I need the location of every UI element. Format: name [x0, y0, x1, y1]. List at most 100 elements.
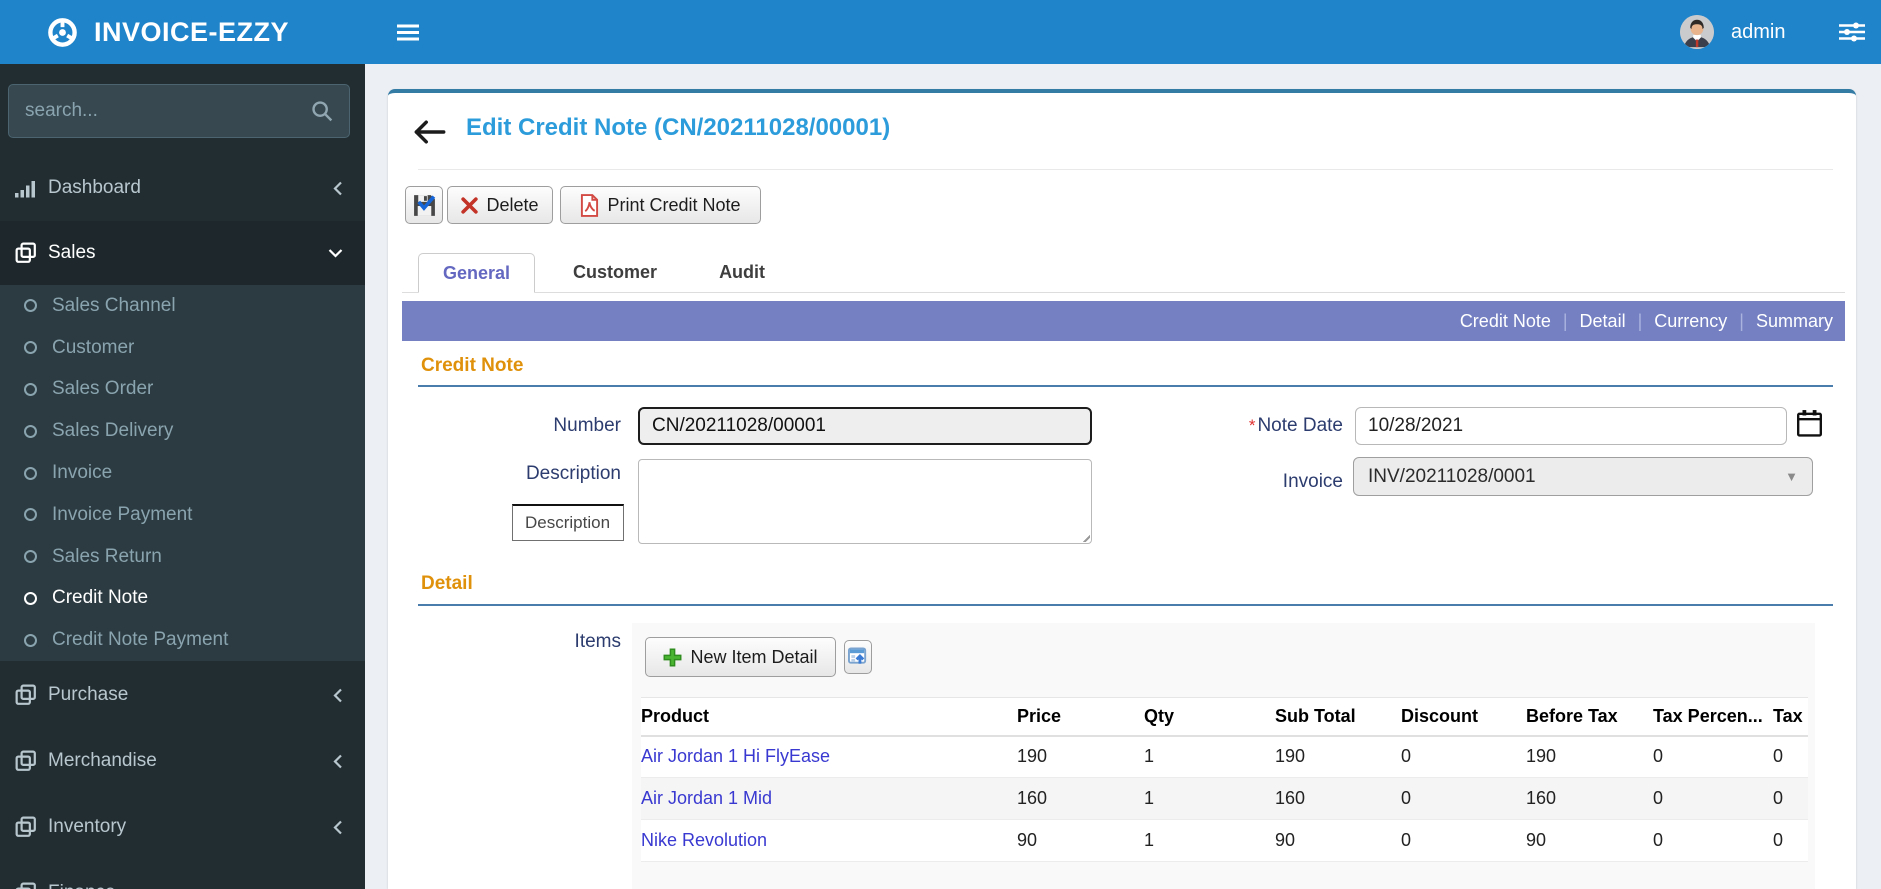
items-table: Product Price Qty Sub Total Discount Bef…: [641, 697, 1808, 862]
product-link[interactable]: Nike Revolution: [641, 830, 767, 850]
brand-title: INVOICE-EZZY: [94, 16, 290, 47]
expand-grid-button[interactable]: [844, 640, 872, 674]
cell-sub-total: 90: [1275, 819, 1401, 862]
cell-discount: 0: [1401, 735, 1526, 778]
sidebar-item-label: Customer: [52, 336, 135, 358]
sidebar-item-sales[interactable]: Sales: [0, 221, 365, 285]
chevron-down-icon: [328, 248, 343, 258]
user-menu[interactable]: admin: [1680, 0, 1785, 64]
circle-icon: [24, 591, 37, 605]
description-textarea[interactable]: [638, 459, 1092, 544]
sidebar-item-invoice-payment[interactable]: Invoice Payment: [0, 494, 365, 536]
note-date-label: * Note Date: [1208, 407, 1343, 445]
sidebar-item-invoice[interactable]: Invoice: [0, 452, 365, 494]
sidebar-search-input[interactable]: [9, 100, 311, 122]
circle-icon: [24, 508, 37, 522]
cell-qty: 1: [1144, 819, 1275, 862]
section-title-credit-note: Credit Note: [421, 355, 524, 376]
cell-sub-total: 160: [1275, 777, 1401, 820]
separator: |: [1739, 310, 1744, 331]
col-sub-total: Sub Total: [1275, 697, 1401, 737]
cell-before-tax: 90: [1526, 819, 1653, 862]
sidebar-item-label: Credit Note Payment: [52, 629, 229, 651]
description-tooltip: Description: [512, 504, 624, 541]
table-row: Nike Revolution 90 1 90 0 90 0 0: [641, 819, 1808, 862]
col-tax: Tax: [1773, 697, 1808, 737]
new-item-detail-button[interactable]: New Item Detail: [645, 637, 836, 677]
delete-button-label: Delete: [486, 194, 539, 215]
calendar-icon[interactable]: [1796, 409, 1823, 437]
note-date-label-text: Note Date: [1257, 415, 1343, 436]
sidebar-item-inventory[interactable]: Inventory: [0, 794, 365, 860]
cell-price: 90: [1017, 819, 1144, 862]
sidebar-item-label: Inventory: [48, 816, 127, 837]
invoice-select-value: INV/20211028/0001: [1368, 465, 1536, 487]
tab-customer[interactable]: Customer: [549, 253, 681, 293]
section-divider: [418, 385, 1833, 387]
circle-icon: [24, 466, 37, 480]
search-icon: [311, 100, 333, 122]
sales-submenu: Sales Channel Customer Sales Order Sales…: [0, 285, 365, 661]
hamburger-button[interactable]: [388, 0, 428, 64]
cell-discount: 0: [1401, 777, 1526, 820]
tab-bar: General Customer Audit: [402, 253, 1845, 293]
new-item-button-label: New Item Detail: [690, 646, 818, 667]
settings-sliders-icon: [1839, 22, 1865, 42]
sidebar-item-sales-order[interactable]: Sales Order: [0, 369, 365, 411]
sidebar-item-label: Sales Delivery: [52, 420, 174, 442]
sidebar-item-sales-return[interactable]: Sales Return: [0, 536, 365, 578]
sidebar-item-sales-delivery[interactable]: Sales Delivery: [0, 410, 365, 452]
search-button[interactable]: [311, 100, 349, 122]
save-button[interactable]: [405, 186, 443, 224]
note-date-input[interactable]: [1355, 407, 1787, 445]
tab-general[interactable]: General: [418, 253, 536, 293]
settings-sliders-button[interactable]: [1832, 0, 1872, 64]
hamburger-icon: [397, 24, 419, 41]
plus-icon: [663, 648, 682, 667]
cell-discount: 0: [1401, 819, 1526, 862]
chevron-left-icon: [333, 688, 343, 703]
sidebar-menu: Dashboard Sales Sales Channel Customer S…: [0, 155, 365, 889]
invoice-select[interactable]: INV/20211028/0001 ▼: [1353, 457, 1813, 496]
back-arrow-icon: [413, 120, 446, 144]
sidebar-item-purchase[interactable]: Purchase: [0, 662, 365, 728]
edit-credit-note-card: Edit Credit Note (CN/20211028/00001) Del…: [388, 89, 1856, 889]
sidebar-item-credit-note[interactable]: Credit Note: [0, 577, 365, 619]
jump-link-detail[interactable]: Detail: [1580, 311, 1626, 332]
tab-audit[interactable]: Audit: [695, 253, 789, 293]
sidebar-item-credit-note-payment[interactable]: Credit Note Payment: [0, 619, 365, 661]
print-button-label: Print Credit Note: [607, 194, 741, 215]
jump-link-currency[interactable]: Currency: [1654, 311, 1727, 332]
cell-qty: 1: [1144, 777, 1275, 820]
jump-link-credit-note[interactable]: Credit Note: [1460, 311, 1551, 332]
back-button[interactable]: [413, 117, 451, 147]
sidebar-item-label: Invoice Payment: [52, 503, 193, 525]
jump-link-summary[interactable]: Summary: [1756, 311, 1833, 332]
product-link[interactable]: Air Jordan 1 Mid: [641, 788, 772, 808]
cell-tax-percent: 0: [1653, 819, 1773, 862]
description-label: Description: [525, 463, 621, 484]
table-row: Air Jordan 1 Mid 160 1 160 0 160 0 0: [641, 777, 1808, 820]
number-input[interactable]: [638, 407, 1092, 445]
cell-tax-percent: 0: [1653, 735, 1773, 778]
circle-icon: [24, 382, 37, 396]
cell-product: Nike Revolution: [641, 819, 1017, 862]
items-label: Items: [574, 631, 621, 652]
clone-icon: [15, 242, 48, 264]
product-link[interactable]: Air Jordan 1 Hi FlyEase: [641, 746, 830, 766]
sidebar-item-sales-channel[interactable]: Sales Channel: [0, 285, 365, 327]
sidebar-item-label: Sales Channel: [52, 294, 176, 316]
col-product: Product: [641, 697, 1017, 737]
sidebar-item-label: Finance: [48, 882, 116, 889]
brand[interactable]: INVOICE-EZZY: [46, 0, 289, 64]
sidebar-item-merchandise[interactable]: Merchandise: [0, 728, 365, 794]
section-title-detail: Detail: [421, 573, 473, 594]
print-credit-note-button[interactable]: Print Credit Note: [560, 186, 761, 224]
sidebar-item-customer[interactable]: Customer: [0, 327, 365, 369]
chevron-left-icon: [333, 820, 343, 835]
number-label: Number: [553, 415, 621, 436]
sidebar-item-finance[interactable]: Finance: [0, 860, 365, 889]
sidebar-item-dashboard[interactable]: Dashboard: [0, 155, 365, 221]
delete-button[interactable]: Delete: [447, 186, 553, 224]
sidebar-item-label: Sales Order: [52, 378, 154, 400]
